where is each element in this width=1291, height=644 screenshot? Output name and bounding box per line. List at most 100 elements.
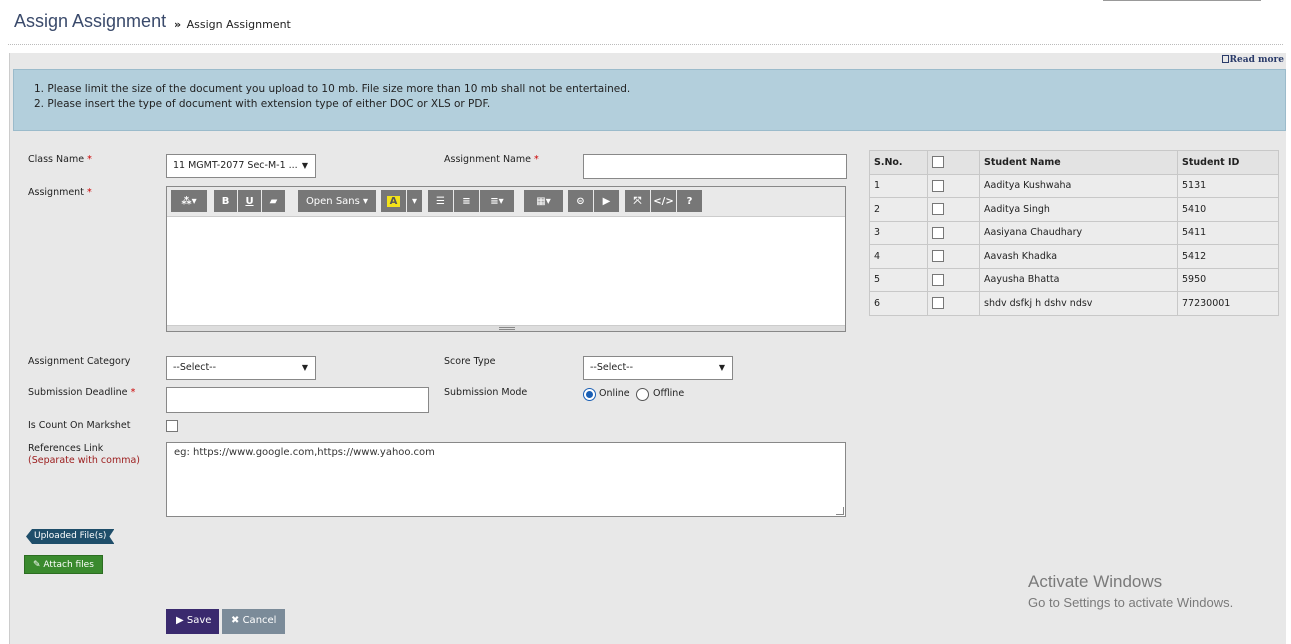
col-student-name: Student Name	[979, 150, 1178, 175]
sno-cell: 6	[869, 291, 928, 316]
submission-deadline-input[interactable]	[166, 387, 429, 413]
name-cell: Aasiyana Chaudhary	[979, 220, 1178, 245]
underline-icon[interactable]: U	[238, 190, 261, 212]
page-header: Assign Assignment » Assign Assignment	[0, 0, 1291, 45]
grip-icon	[499, 327, 515, 330]
class-name-select[interactable]: 11 MGMT-2077 Sec-M-1 ... ▼	[166, 154, 316, 178]
class-name-label: Class Name *	[28, 154, 92, 165]
id-cell: 5131	[1177, 173, 1279, 198]
save-button[interactable]: ▶ Save	[166, 609, 219, 634]
assignment-editor[interactable]: ⁂▾ B U ▰ Open Sans ▾ A ▾ ☰ ≡ ≡▾ ▦▾ ⊝ ▶ ⤧…	[166, 186, 846, 332]
references-textarea[interactable]: eg: https://www.google.com,https://www.y…	[166, 442, 846, 517]
score-type-select[interactable]: --Select-- ▼	[583, 356, 733, 380]
row-checkbox[interactable]	[932, 226, 944, 239]
offline-radio[interactable]	[636, 388, 649, 401]
header-divider	[8, 44, 1283, 45]
table-row: 3 Aasiyana Chaudhary 5411	[869, 220, 1279, 245]
online-label: Online	[599, 388, 630, 399]
eraser-icon[interactable]: ▰	[262, 190, 285, 212]
code-icon[interactable]: </>	[651, 190, 676, 212]
help-icon[interactable]: ?	[677, 190, 702, 212]
page-title: Assign Assignment	[14, 11, 167, 31]
select-cell	[927, 197, 980, 222]
references-hint: (Separate with comma)	[28, 455, 140, 466]
fullscreen-icon[interactable]: ⤧	[625, 190, 650, 212]
offline-label: Offline	[653, 388, 685, 399]
assignment-name-label: Assignment Name *	[444, 154, 539, 165]
watermark-subtitle: Go to Settings to activate Windows.	[1028, 595, 1234, 610]
select-cell	[927, 267, 980, 292]
cancel-label: Cancel	[242, 615, 277, 626]
chevron-down-icon: ▼	[718, 363, 725, 372]
resize-grip-icon[interactable]	[836, 507, 844, 515]
breadcrumb: » Assign Assignment	[174, 18, 291, 31]
editor-resize-handle[interactable]	[167, 325, 845, 331]
highlight-dropdown-icon[interactable]: ▾	[407, 190, 422, 212]
header-top-line	[1103, 0, 1261, 1]
close-icon: ✖	[231, 615, 240, 626]
read-more-label: Read more	[1229, 55, 1284, 65]
id-cell: 5410	[1177, 197, 1279, 222]
font-family-dropdown[interactable]: Open Sans ▾	[298, 190, 376, 212]
table-header-row: S.No. Student Name Student ID	[869, 150, 1279, 175]
font-name: Open Sans	[305, 195, 360, 207]
magic-icon[interactable]: ⁂▾	[171, 190, 207, 212]
id-cell: 77230001	[1177, 291, 1279, 316]
is-count-label: Is Count On Markshet	[28, 420, 131, 431]
attach-files-button[interactable]: ✎ Attach files	[24, 555, 103, 574]
align-icon[interactable]: ≡▾	[480, 190, 514, 212]
assignment-category-label: Assignment Category	[28, 356, 131, 367]
references-label: References Link (Separate with comma)	[28, 443, 140, 466]
table-row: 2 Aaditya Singh 5410	[869, 197, 1279, 222]
read-more-link[interactable]: Read more	[1221, 55, 1284, 65]
col-select-all	[927, 150, 980, 175]
online-radio[interactable]	[583, 388, 596, 401]
table-icon[interactable]: ▦▾	[524, 190, 563, 212]
table-row: 1 Aaditya Kushwaha 5131	[869, 173, 1279, 198]
sno-cell: 3	[869, 220, 928, 245]
class-name-value: 11 MGMT-2077 Sec-M-1 ...	[173, 160, 298, 171]
score-type-label: Score Type	[444, 356, 496, 367]
uploaded-files-tag: Uploaded File(s)	[26, 529, 114, 544]
link-icon[interactable]: ⊝	[568, 190, 593, 212]
row-checkbox[interactable]	[932, 203, 944, 216]
upload-notice: 1. Please limit the size of the document…	[13, 69, 1286, 131]
save-label: Save	[186, 615, 212, 626]
select-all-checkbox[interactable]	[932, 156, 944, 169]
students-table: S.No. Student Name Student ID 1 Aaditya …	[869, 150, 1279, 316]
name-cell: Aaditya Singh	[979, 197, 1178, 222]
sno-cell: 5	[869, 267, 928, 292]
main-panel: Read more 1. Please limit the size of th…	[9, 53, 1286, 644]
chevron-down-icon: ▼	[301, 363, 308, 372]
select-cell	[927, 291, 980, 316]
is-count-checkbox[interactable]	[166, 420, 178, 432]
ordered-list-icon[interactable]: ≡	[454, 190, 479, 212]
submission-mode-label: Submission Mode	[444, 387, 528, 398]
row-checkbox[interactable]	[932, 179, 944, 192]
unordered-list-icon[interactable]: ☰	[428, 190, 453, 212]
notice-line: 2. Please insert the type of document wi…	[34, 98, 491, 110]
assignment-label: Assignment *	[28, 187, 92, 198]
highlight-icon[interactable]: A	[381, 190, 406, 212]
name-cell: shdv dsfkj h dshv ndsv	[979, 291, 1178, 316]
assignment-name-input[interactable]	[583, 154, 847, 179]
table-row: 4 Aavash Khadka 5412	[869, 244, 1279, 269]
id-cell: 5411	[1177, 220, 1279, 245]
assignment-category-select[interactable]: --Select-- ▼	[166, 356, 316, 380]
cancel-button[interactable]: ✖ Cancel	[222, 609, 285, 634]
paperclip-icon: ✎	[33, 560, 41, 570]
notice-line: 1. Please limit the size of the document…	[34, 83, 631, 95]
name-cell: Aaditya Kushwaha	[979, 173, 1178, 198]
row-checkbox[interactable]	[932, 297, 944, 310]
assignment-category-value: --Select--	[173, 362, 217, 373]
breadcrumb-item[interactable]: Assign Assignment	[187, 18, 291, 31]
select-cell	[927, 173, 980, 198]
watermark-title: Activate Windows	[1028, 572, 1163, 591]
bold-icon[interactable]: B	[214, 190, 237, 212]
score-type-value: --Select--	[590, 362, 634, 373]
book-icon	[1221, 55, 1229, 63]
row-checkbox[interactable]	[932, 273, 944, 286]
row-checkbox[interactable]	[932, 250, 944, 263]
video-icon[interactable]: ▶	[594, 190, 619, 212]
table-row: 5 Aayusha Bhatta 5950	[869, 267, 1279, 292]
